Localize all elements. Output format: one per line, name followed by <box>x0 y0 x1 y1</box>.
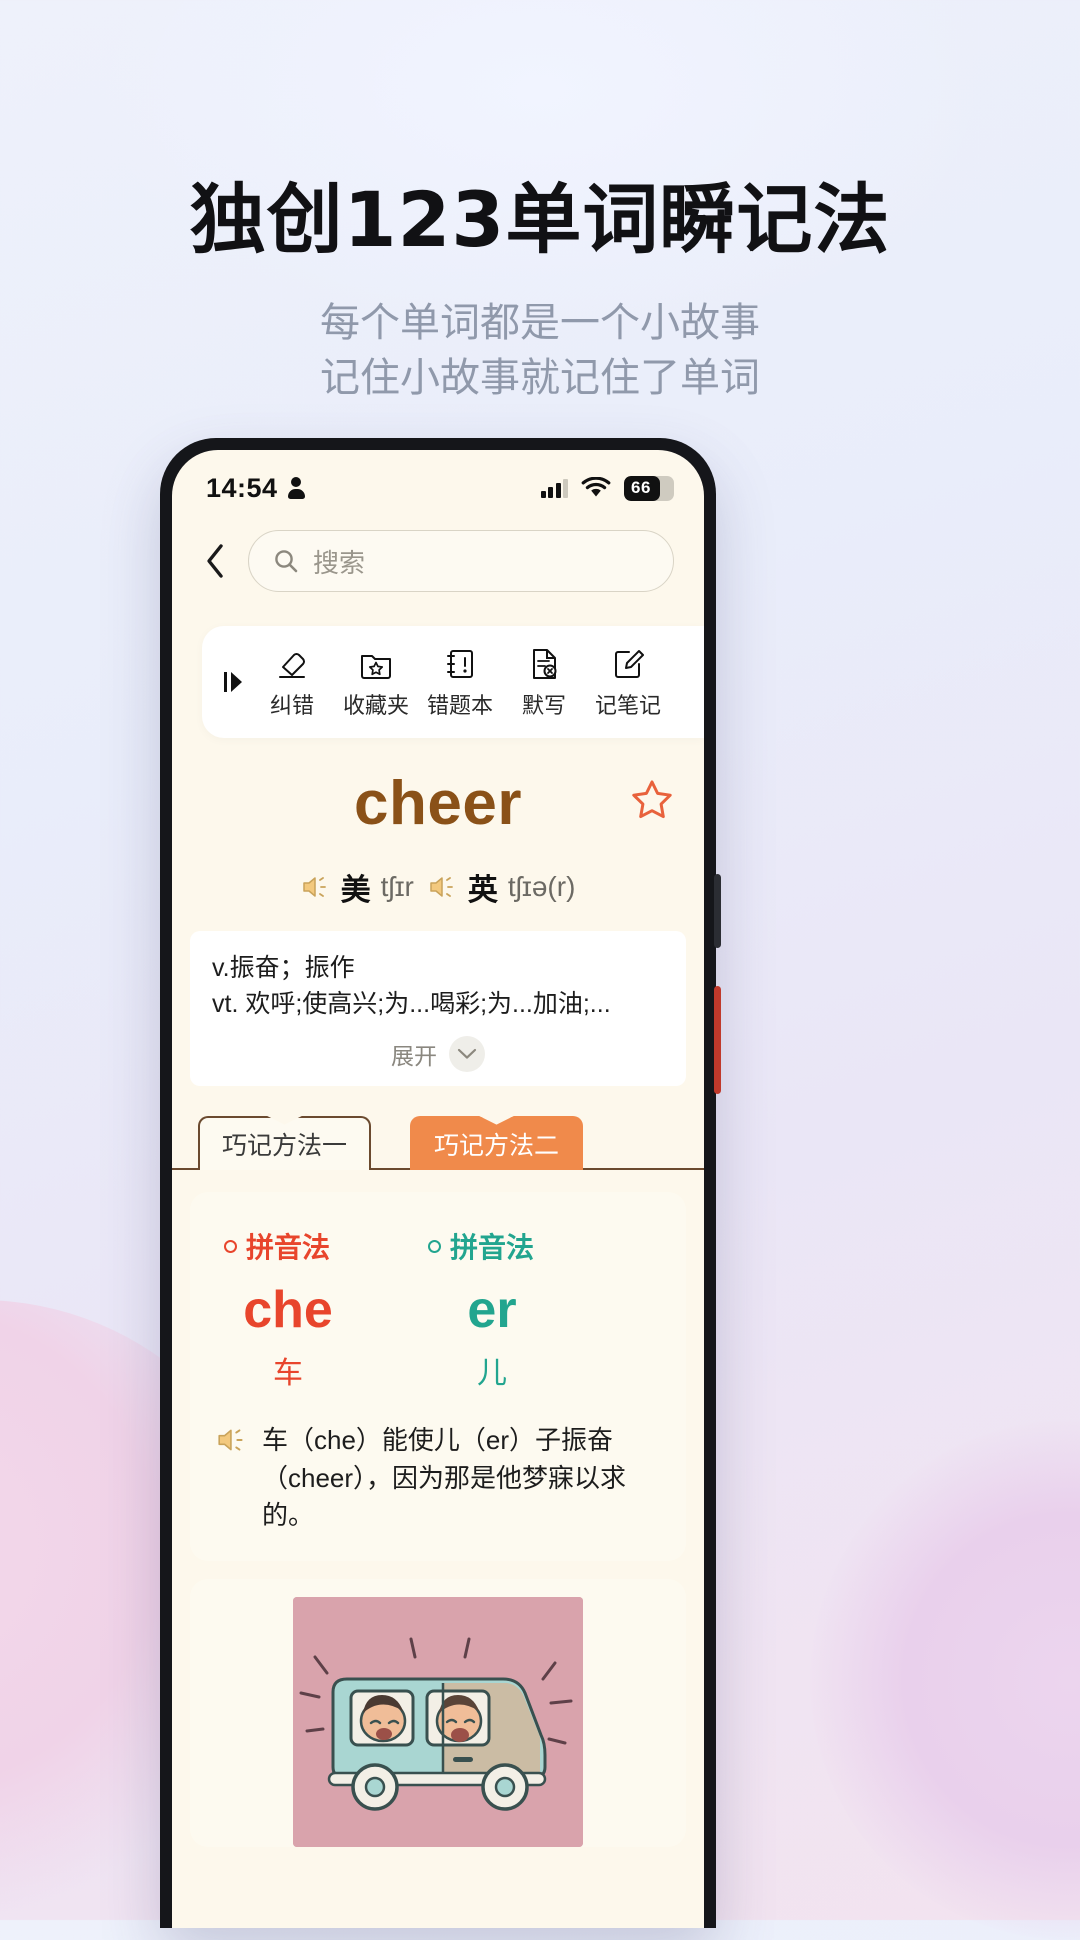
pinyin-part-one: 拼音法 che 车 <box>224 1226 374 1392</box>
search-row: 搜索 <box>172 512 704 608</box>
definition-line: v.振奋；振作 <box>212 954 355 982</box>
expand-label: 展开 <box>391 1043 437 1069</box>
pronunciation-lang: 英 <box>467 874 498 907</box>
pinyin-chinese: 车 <box>273 1357 303 1390</box>
document-x-icon <box>527 645 561 683</box>
chevron-down-icon <box>449 1036 485 1072</box>
tool-toolbar: 纠错 收藏夹 错题本 默写 记笔记 <box>202 626 704 738</box>
bullet-dot-icon <box>428 1239 441 1253</box>
definition-line: vt. 欢呼;使高兴;为...喝彩;为...加油;... <box>212 989 611 1018</box>
tab-method-one[interactable]: 巧记方法一 <box>198 1116 372 1170</box>
pinyin-part-two: 拼音法 er 儿 <box>428 1226 578 1392</box>
status-time: 14:54 <box>206 472 278 503</box>
promo-subtitle: 每个单词都是一个小故事 记住小故事就记住了单词 <box>0 296 1080 406</box>
toolbar-item-label: 收藏夹 <box>342 692 409 718</box>
illustration-car-boys <box>293 1597 583 1848</box>
toolbar-item-label: 错题本 <box>426 692 493 718</box>
story-play-button[interactable] <box>216 1426 248 1459</box>
folder-star-icon <box>359 645 393 683</box>
phone-power-button <box>714 986 721 1094</box>
search-placeholder: 搜索 <box>313 547 366 578</box>
toolbar-item-shoucangjia[interactable]: 收藏夹 <box>334 645 418 720</box>
promo-subtitle-line-2: 记住小故事就记住了单词 <box>320 354 760 401</box>
pronunciation-lang: 美 <box>340 874 371 907</box>
word-header: cheer <box>172 768 704 839</box>
toolbar-item-moxie[interactable]: 默写 <box>502 645 586 720</box>
pinyin-chinese: 儿 <box>477 1357 507 1390</box>
back-button[interactable] <box>194 540 236 582</box>
eraser-icon <box>275 645 309 683</box>
pronunciation-us[interactable]: 美 tʃɪr <box>301 865 414 909</box>
search-input[interactable]: 搜索 <box>248 530 674 592</box>
phone-screen: 14:54 66 搜索 纠错 收藏夹 错题本 默写 记笔记 cheer 美 tʃ… <box>172 450 704 1928</box>
tool-toolbar-wrapper: 纠错 收藏夹 错题本 默写 记笔记 <box>172 608 704 738</box>
speaker-icon <box>430 877 453 897</box>
person-icon <box>287 477 305 499</box>
toolbar-item-label: 记笔记 <box>594 692 661 718</box>
favorite-star-button[interactable] <box>628 776 676 829</box>
battery-level: 66 <box>631 478 651 497</box>
wifi-icon <box>581 477 611 499</box>
speaker-icon <box>218 1429 243 1451</box>
tab-label: 巧记方法一 <box>222 1132 348 1160</box>
status-bar-right: 66 <box>540 475 674 501</box>
note-edit-icon <box>611 645 645 683</box>
toolbar-item-jibiji[interactable]: 记笔记 <box>586 645 670 720</box>
pinyin-row: 拼音法 che 车 拼音法 er 儿 <box>216 1226 660 1392</box>
status-bar: 14:54 66 <box>172 450 704 512</box>
pronunciation-ipa: tʃɪr <box>380 871 414 902</box>
definition-box: v.振奋；振作 vt. 欢呼;使高兴;为...喝彩;为...加油;... 展开 <box>190 931 686 1086</box>
status-bar-left: 14:54 <box>206 473 305 504</box>
pinyin-syllable: che <box>243 1281 333 1339</box>
toolbar-item-cuotiben[interactable]: 错题本 <box>418 645 502 720</box>
toolbar-item-label: 默写 <box>521 692 566 718</box>
story-text: 车（che）能使儿（er）子振奋（cheer），因为那是他梦寐以求的。 <box>262 1425 627 1531</box>
phone-mockup: 14:54 66 搜索 纠错 收藏夹 错题本 默写 记笔记 cheer 美 tʃ… <box>160 438 721 1928</box>
bullet-dot-icon <box>224 1239 237 1253</box>
pinyin-method-label-wrap: 拼音法 <box>224 1226 374 1266</box>
battery-icon: 66 <box>624 475 674 501</box>
play-arrow-icon <box>224 672 242 692</box>
toolbar-expand-arrow-button[interactable] <box>216 669 250 695</box>
speaker-icon <box>302 877 326 897</box>
background-blob-right <box>810 1420 1080 1940</box>
tab-method-two[interactable]: 巧记方法二 <box>410 1116 584 1170</box>
chevron-left-icon <box>207 544 223 578</box>
mnemonic-card: 拼音法 che 车 拼音法 er 儿 车（che）能使儿（er）子振奋（chee… <box>190 1192 686 1562</box>
promo-header: 独创123单词瞬记法 每个单词都是一个小故事 记住小故事就记住了单词 <box>0 178 1080 406</box>
active-tab-mask <box>200 1167 364 1170</box>
notebook-icon <box>443 645 477 683</box>
pinyin-method-label-wrap: 拼音法 <box>428 1226 578 1266</box>
promo-subtitle-line-1: 每个单词都是一个小故事 <box>320 299 760 346</box>
expand-definition-button[interactable]: 展开 <box>212 1036 664 1072</box>
toolbar-item-label: 纠错 <box>269 692 314 718</box>
tab-label: 巧记方法二 <box>434 1132 560 1160</box>
pinyin-method-label: 拼音法 <box>450 1232 535 1263</box>
pronunciation-uk[interactable]: 英 tʃɪə(r) <box>428 865 576 909</box>
cellular-signal-icon <box>540 478 568 498</box>
toolbar-item-jiucuo[interactable]: 纠错 <box>250 645 334 720</box>
mnemonic-story: 车（che）能使儿（er）子振奋（cheer），因为那是他梦寐以求的。 <box>216 1422 660 1535</box>
pinyin-syllable: er <box>467 1281 517 1339</box>
promo-title: 独创123单词瞬记法 <box>189 175 891 264</box>
pronunciation-ipa: tʃɪə(r) <box>507 871 576 902</box>
illustration-card <box>190 1579 686 1848</box>
search-icon <box>275 550 298 573</box>
method-tabs: 巧记方法一 巧记方法二 <box>172 1114 704 1170</box>
pronunciation-row: 美 tʃɪr 英 tʃɪə(r) <box>172 865 704 909</box>
star-outline-icon <box>632 780 672 819</box>
word-title: cheer <box>354 769 522 838</box>
pinyin-method-label: 拼音法 <box>246 1232 331 1263</box>
phone-volume-button <box>714 874 721 948</box>
